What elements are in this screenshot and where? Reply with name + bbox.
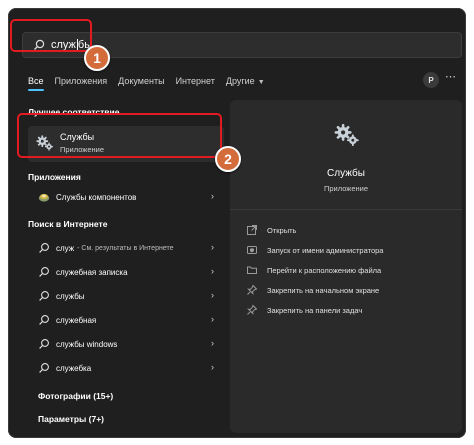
chevron-right-icon[interactable]: ›	[211, 266, 214, 276]
list-item[interactable]: службы ›	[28, 285, 224, 307]
list-item-label: служебка	[56, 363, 92, 373]
list-item-label: служебная	[56, 315, 97, 325]
list-item[interactable]: служебка ›	[28, 357, 224, 379]
search-icon	[39, 315, 49, 325]
action-open-file-location[interactable]: Перейти к расположению файла	[246, 264, 381, 276]
list-item-label: служ	[56, 243, 75, 253]
highlight-search-box	[10, 19, 92, 52]
category-photos-label: Фотографии (15+)	[38, 391, 114, 401]
list-item-sublabel: - См. результаты в Интернете	[77, 244, 174, 252]
action-label: Открыть	[267, 225, 297, 235]
pin-icon	[247, 304, 258, 315]
component-services-icon	[38, 193, 50, 202]
chevron-right-icon[interactable]: ›	[211, 290, 214, 300]
chevron-right-icon[interactable]: ›	[211, 338, 214, 348]
details-panel: Службы Приложение Открыть Запуск от имен…	[230, 100, 462, 433]
action-run-as-admin[interactable]: Запуск от имени администратора	[246, 244, 383, 256]
list-item[interactable]: Службы компонентов ›	[28, 186, 224, 208]
category-photos[interactable]: Фотографии (15+)	[28, 385, 224, 407]
tab-other[interactable]: Другие ▼	[226, 76, 265, 86]
open-icon	[247, 225, 257, 235]
list-item-label: Службы компонентов	[56, 192, 137, 202]
panel-title: Службы	[327, 168, 365, 179]
action-pin-start[interactable]: Закрепить на начальном экране	[246, 284, 379, 296]
folder-icon	[247, 266, 257, 274]
more-options-icon[interactable]: ⋯	[445, 70, 457, 83]
tab-apps[interactable]: Приложения	[55, 76, 108, 86]
list-item[interactable]: служ - См. результаты в Интернете ›	[28, 237, 224, 259]
action-label: Закрепить на панели задач	[267, 305, 363, 315]
gear-icon	[334, 123, 359, 147]
filter-tabs: Все Приложения Документы Интернет Другие…	[28, 72, 276, 91]
run-as-admin-icon	[247, 246, 257, 254]
list-item-label: служебная записка	[56, 267, 128, 277]
list-item-label: службы	[56, 291, 85, 301]
tab-documents[interactable]: Документы	[118, 76, 164, 86]
chevron-down-icon: ▼	[257, 79, 265, 86]
divider	[230, 209, 462, 210]
search-icon	[39, 291, 49, 301]
action-pin-taskbar[interactable]: Закрепить на панели задач	[246, 304, 362, 316]
chevron-right-icon[interactable]: ›	[211, 362, 214, 372]
list-item[interactable]: служебная записка ›	[28, 261, 224, 283]
search-icon	[39, 339, 49, 349]
chevron-right-icon[interactable]: ›	[211, 314, 214, 324]
callout-step-1: 1	[84, 45, 110, 71]
highlight-best-match	[17, 113, 222, 158]
chevron-right-icon[interactable]: ›	[211, 191, 214, 201]
action-open[interactable]: Открыть	[246, 224, 296, 236]
tab-internet[interactable]: Интернет	[176, 76, 215, 86]
search-icon	[39, 363, 49, 373]
chevron-right-icon[interactable]: ›	[211, 242, 214, 252]
list-item[interactable]: службы windows ›	[28, 333, 224, 355]
search-icon	[39, 267, 49, 277]
callout-step-2: 2	[215, 146, 241, 172]
action-label: Перейти к расположению файла	[267, 265, 382, 275]
list-item-label: службы windows	[56, 339, 118, 349]
tab-other-label: Другие	[225, 76, 255, 86]
start-search-window: служ бы Все Приложения Документы Интернет…	[8, 8, 466, 438]
list-item[interactable]: служебная ›	[28, 309, 224, 331]
action-label: Закрепить на начальном экране	[267, 285, 380, 295]
section-web: Поиск в Интернете	[28, 219, 108, 229]
account-avatar[interactable]: P	[423, 72, 439, 88]
category-settings-label: Параметры (7+)	[38, 414, 104, 424]
panel-subtitle: Приложение	[324, 184, 368, 193]
action-label: Запуск от имени администратора	[267, 245, 384, 255]
pin-icon	[247, 284, 258, 295]
search-icon	[39, 243, 49, 253]
tab-all[interactable]: Все	[28, 76, 44, 91]
section-apps: Приложения	[28, 172, 81, 182]
category-settings[interactable]: Параметры (7+)	[28, 408, 224, 430]
